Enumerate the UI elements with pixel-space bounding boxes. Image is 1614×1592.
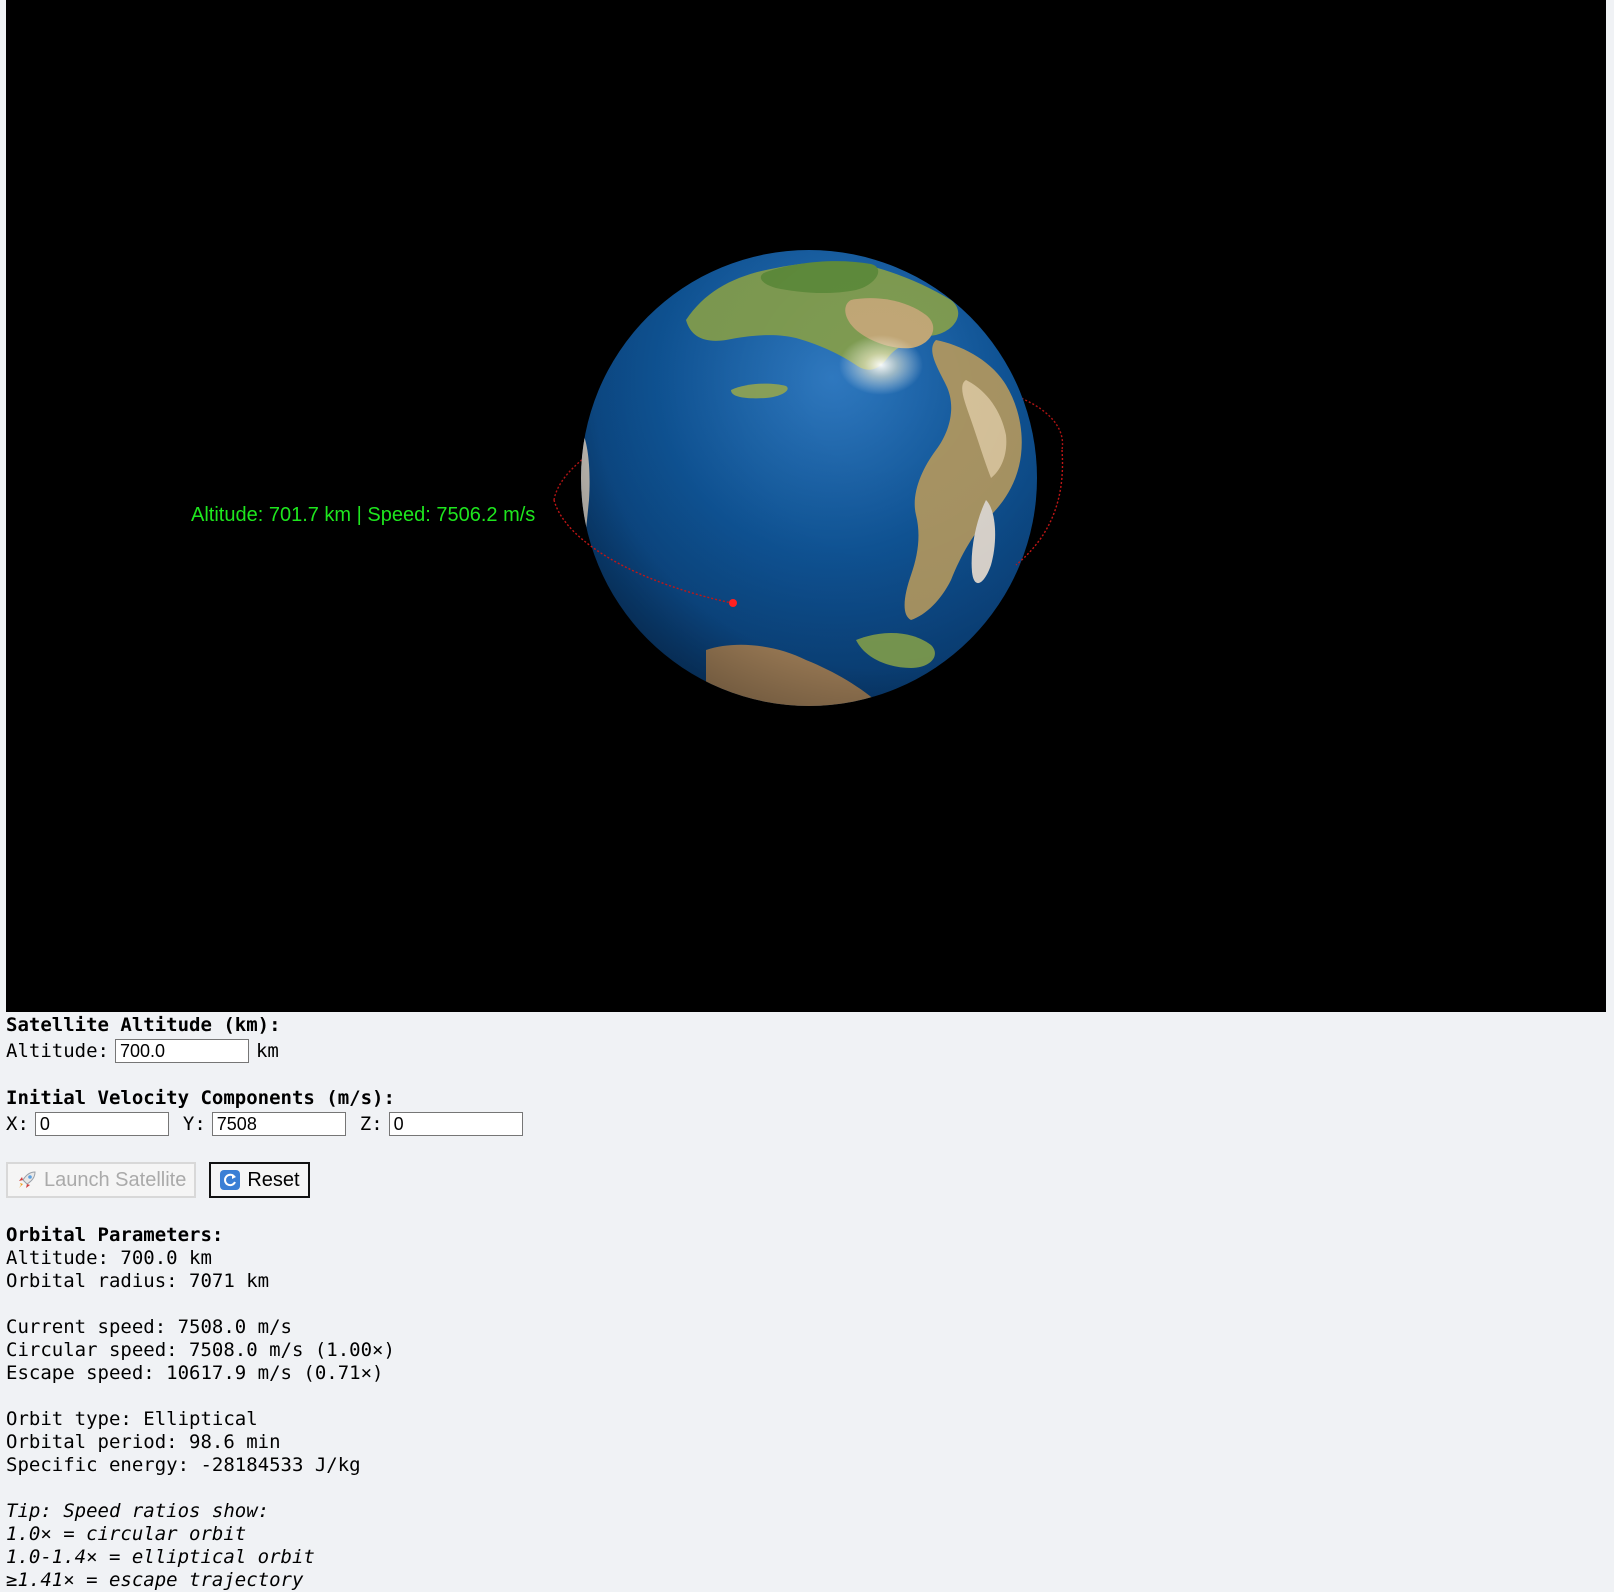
launch-satellite-button[interactable]: Launch Satellite <box>6 1162 197 1198</box>
velocity-x-label: X: <box>6 1112 29 1135</box>
orbital-parameters-title: Orbital Parameters: <box>6 1224 224 1246</box>
action-buttons: Launch Satellite Reset <box>6 1160 1606 1200</box>
velocity-section-title: Initial Velocity Components (m/s): <box>6 1087 395 1109</box>
param-escape-speed: Escape speed: 10617.9 m/s (0.71×) <box>6 1362 384 1384</box>
param-circular-speed: Circular speed: 7508.0 m/s (1.00×) <box>6 1339 395 1361</box>
reset-button[interactable]: Reset <box>209 1162 310 1198</box>
velocity-y-label: Y: <box>182 1112 206 1135</box>
control-panel: Satellite Altitude (km): Altitude: km In… <box>6 1014 1606 1592</box>
rocket-icon <box>16 1169 38 1191</box>
altitude-label: Altitude: <box>6 1039 109 1062</box>
param-orbit-type: Orbit type: Elliptical <box>6 1408 258 1430</box>
velocity-z-input[interactable] <box>388 1112 523 1136</box>
tip-line-1: Tip: Speed ratios show: <box>6 1500 270 1522</box>
altitude-input[interactable] <box>114 1039 249 1063</box>
param-altitude: Altitude: 700.0 km <box>6 1247 212 1269</box>
earth-globe <box>581 250 1037 706</box>
altitude-speed-readout: Altitude: 701.7 km | Speed: 7506.2 m/s <box>191 504 536 526</box>
param-current-speed: Current speed: 7508.0 m/s <box>6 1316 292 1338</box>
altitude-unit: km <box>255 1039 279 1062</box>
velocity-x-input[interactable] <box>34 1112 169 1136</box>
reset-label: Reset <box>247 1168 300 1191</box>
velocity-row: X: Y: Z: <box>6 1110 1606 1138</box>
altitude-row: Altitude: km <box>6 1037 1606 1065</box>
param-specific-energy: Specific energy: -28184533 J/kg <box>6 1454 361 1476</box>
param-orbital-period: Orbital period: 98.6 min <box>6 1431 281 1453</box>
orbital-parameters: Orbital Parameters: Altitude: 700.0 km O… <box>6 1224 1606 1592</box>
launch-satellite-label: Launch Satellite <box>44 1168 187 1191</box>
simulation-viewport[interactable]: Altitude: 701.7 km | Speed: 7506.2 m/s <box>6 0 1606 1012</box>
velocity-z-label: Z: <box>359 1112 383 1135</box>
refresh-icon <box>219 1169 241 1191</box>
tip-line-3: 1.0-1.4× = elliptical orbit <box>6 1546 315 1568</box>
velocity-y-input[interactable] <box>211 1112 346 1136</box>
satellite-marker <box>729 599 737 607</box>
tip-line-2: 1.0× = circular orbit <box>6 1523 247 1545</box>
tip-line-4: ≥1.41× = escape trajectory <box>6 1569 304 1591</box>
altitude-section-title: Satellite Altitude (km): <box>6 1014 281 1036</box>
param-orbital-radius: Orbital radius: 7071 km <box>6 1270 270 1292</box>
